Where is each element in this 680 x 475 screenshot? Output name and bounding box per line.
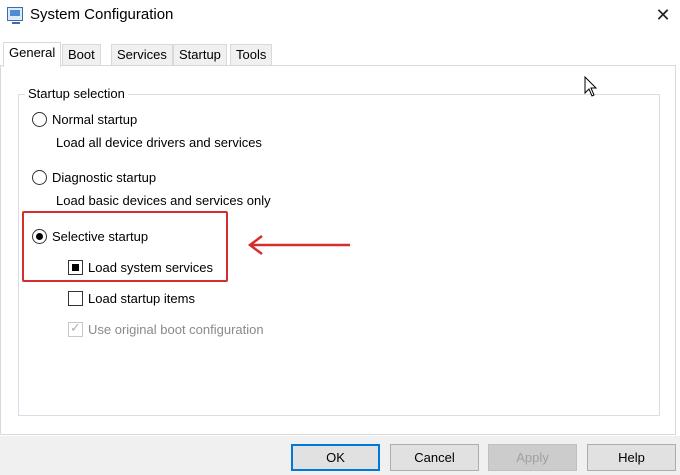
mouse-cursor-icon	[584, 76, 598, 97]
normal-startup-label: Normal startup	[52, 111, 138, 127]
diagnostic-startup-label: Diagnostic startup	[52, 169, 157, 185]
tab-boot[interactable]: Boot	[62, 44, 101, 66]
checkbox-indicator-disabled	[68, 320, 83, 337]
radio-indicator[interactable]	[32, 169, 47, 185]
tab-startup[interactable]: Startup	[173, 44, 227, 66]
normal-startup-description: Load all device drivers and services	[56, 135, 262, 150]
diagnostic-startup-radio[interactable]: Diagnostic startup	[32, 168, 156, 186]
tab-services[interactable]: Services	[111, 44, 173, 66]
group-title: Startup selection	[25, 86, 128, 101]
annotation-highlight-box	[22, 211, 228, 282]
tab-tools[interactable]: Tools	[230, 44, 273, 66]
checkbox-indicator[interactable]	[68, 290, 83, 306]
close-icon[interactable]: ✕	[646, 0, 680, 30]
tab-general[interactable]: General	[3, 42, 62, 67]
use-original-boot-config-checkbox: Use original boot configuration	[68, 320, 264, 338]
system-config-icon	[7, 7, 23, 24]
load-startup-items-label: Load startup items	[88, 290, 195, 306]
window-title: System Configuration	[30, 6, 174, 23]
diagnostic-startup-description: Load basic devices and services only	[56, 193, 271, 208]
normal-startup-radio[interactable]: Normal startup	[32, 110, 137, 128]
use-original-boot-config-label: Use original boot configuration	[88, 321, 264, 337]
title-bar: System Configuration ✕	[0, 0, 680, 30]
annotation-arrow-icon	[247, 235, 350, 255]
help-button[interactable]: Help	[587, 444, 676, 471]
ok-button[interactable]: OK	[291, 444, 380, 471]
apply-button: Apply	[488, 444, 577, 471]
cancel-button[interactable]: Cancel	[390, 444, 479, 471]
tab-strip: General Boot Services Startup Tools	[0, 42, 680, 67]
load-startup-items-checkbox[interactable]: Load startup items	[68, 289, 195, 307]
radio-indicator[interactable]	[32, 111, 47, 127]
dialog-footer: OK Cancel Apply Help	[0, 436, 680, 475]
